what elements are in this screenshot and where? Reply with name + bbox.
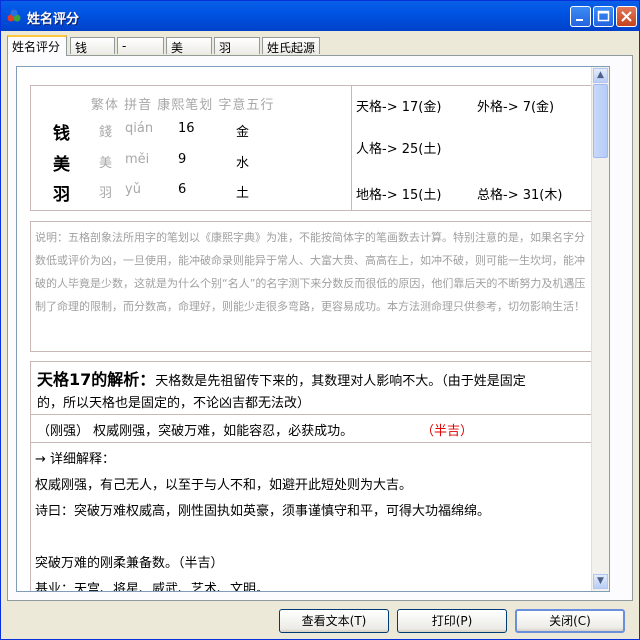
rating-badge: （半吉） (421, 424, 474, 439)
divider (31, 414, 596, 415)
five-grids-box: 天格-> 17(金) 外格-> 7(金) 人格-> 25(土) 地格-> 15(… (351, 85, 597, 211)
char-wuxing: 水 (236, 156, 250, 171)
tab-char-qian[interactable]: 钱 (70, 37, 115, 55)
dige-value: 地格-> 15(土) (356, 188, 442, 203)
char-wuxing: 金 (236, 125, 250, 140)
char-pinyin: qián (125, 121, 154, 136)
close-button[interactable]: 关闭(C) (515, 609, 625, 633)
char-traditional: 錢 (99, 125, 113, 140)
divider (31, 442, 596, 443)
char-wuxing: 土 (236, 186, 250, 201)
close-window-button[interactable] (616, 6, 637, 27)
print-button[interactable]: 打印(P) (397, 609, 507, 633)
char-pinyin: yǔ (125, 182, 141, 197)
note-box: 说明：五格剖象法所用字的笔划以《康熙字典》为准，不能按简体字的笔画数去计算。特别… (30, 221, 597, 352)
maximize-icon (597, 10, 610, 22)
minimize-icon (576, 19, 583, 21)
button-bar: 查看文本(T) 打印(P) 关闭(C) (1, 603, 639, 639)
char-traditional: 羽 (99, 186, 113, 201)
scroll-up-button[interactable]: ▲ (593, 68, 608, 83)
app-window: 姓名评分 姓名评分 钱 - 美 羽 姓氏起源 繁体 拼音 康熙笔划 字意五行 钱… (0, 0, 640, 640)
result-content: 繁体 拼音 康熙笔划 字意五行 钱 錢 qián 16 金 美 美 měi 9 … (16, 66, 610, 592)
tab-char-mei[interactable]: 美 (166, 37, 212, 55)
tab-char-yu[interactable]: 羽 (214, 37, 260, 55)
maximize-button[interactable] (593, 6, 614, 27)
waige-value: 外格-> 7(金) (477, 100, 555, 115)
char-strokes: 16 (178, 121, 195, 136)
char-strokes: 6 (178, 182, 187, 197)
app-icon (7, 9, 21, 22)
char-table: 繁体 拼音 康熙笔划 字意五行 钱 錢 qián 16 金 美 美 měi 9 … (30, 85, 352, 211)
tab-dash[interactable]: - (117, 37, 164, 54)
title-bar[interactable]: 姓名评分 (1, 1, 639, 31)
detail-line: 诗曰：突破万难权威高，刚性固执如英豪，须事谨慎守和平，可得大功福绵绵。 (35, 504, 491, 519)
char-simplified: 钱 (53, 124, 70, 144)
detail-label: → 详细解释： (35, 452, 116, 467)
tab-name-score[interactable]: 姓名评分 (7, 35, 67, 56)
analysis-heading: 天格17的解析： (37, 370, 156, 389)
chevron-down-icon: ▼ (597, 576, 604, 586)
vertical-scrollbar[interactable]: ▲ ▼ (591, 67, 609, 591)
window-title: 姓名评分 (27, 12, 80, 27)
close-icon (621, 11, 632, 22)
renge-value: 人格-> 25(土) (356, 142, 442, 157)
char-traditional: 美 (99, 156, 113, 171)
tiange-value: 天格-> 17(金) (356, 100, 442, 115)
analysis-intro-line1: 天格数是先祖留传下来的，其数理对人影响不大。（由于姓是固定 (155, 374, 526, 389)
tab-panel: 繁体 拼音 康熙笔划 字意五行 钱 錢 qián 16 金 美 美 měi 9 … (7, 55, 633, 601)
minimize-button[interactable] (570, 6, 591, 27)
note-text: 说明：五格剖象法所用字的笔划以《康熙字典》为准，不能按简体字的笔画数去计算。特别… (35, 231, 586, 313)
analysis-intro-line2: 的，所以天格也是固定的，不论凶吉都无法改） (37, 396, 311, 411)
char-pinyin: měi (125, 152, 150, 167)
chevron-up-icon: ▲ (597, 70, 604, 80)
detail-line: 基业：天宫、将星、威武、艺术、文明。 (35, 582, 270, 592)
detail-line: 权威刚强，有己无人，以至于与人不和，如避开此短处则为大吉。 (35, 478, 413, 493)
scroll-thumb[interactable] (593, 84, 608, 158)
analysis-box: 天格17的解析：天格数是先祖留传下来的，其数理对人影响不大。（由于姓是固定 的，… (30, 361, 597, 591)
char-table-header: 繁体 拼音 康熙笔划 字意五行 (91, 98, 275, 113)
char-simplified: 美 (53, 155, 70, 175)
view-text-button[interactable]: 查看文本(T) (279, 609, 389, 633)
tab-surname-origin[interactable]: 姓氏起源 (262, 37, 320, 55)
analysis-summary: （刚强） 权威刚强，突破万难，如能容忍，必获成功。 (37, 424, 354, 439)
char-simplified: 羽 (53, 185, 70, 205)
scroll-down-button[interactable]: ▼ (593, 574, 608, 589)
zongge-value: 总格-> 31(木) (477, 188, 563, 203)
detail-line: 突破万难的刚柔兼备数。（半吉） (35, 556, 224, 571)
char-strokes: 9 (178, 152, 187, 167)
analysis-intro: 天格17的解析：天格数是先祖留传下来的，其数理对人影响不大。（由于姓是固定 (37, 366, 587, 390)
